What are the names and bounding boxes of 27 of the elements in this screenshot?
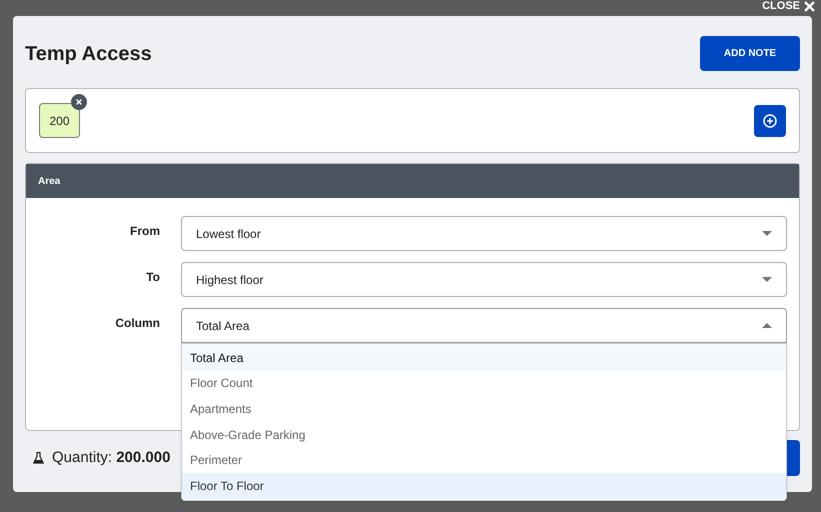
dropdown-option[interactable]: Above-Grade Parking (182, 422, 786, 448)
remove-tag-button[interactable] (71, 94, 87, 110)
dropdown-option[interactable]: Perimeter (182, 447, 786, 473)
dropdown-option[interactable]: Floor Count (182, 370, 786, 396)
dropdown-option[interactable]: Floor To Floor (182, 472, 786, 499)
panel-title: Area (38, 174, 60, 188)
caret-icon (762, 277, 772, 282)
close-icon (76, 99, 82, 105)
field-label: Column (115, 315, 160, 332)
flask-icon (33, 452, 44, 464)
dialog-title: Temp Access (25, 42, 152, 66)
caret-icon (762, 231, 772, 236)
select-field[interactable]: Lowest floor (181, 216, 787, 251)
field-label: From (130, 223, 160, 240)
dropdown-option[interactable]: Apartments (182, 396, 786, 422)
close-button[interactable]: CLOSE (762, 0, 815, 14)
add-note-button[interactable]: ADD NOTE (700, 36, 800, 71)
plus-circle-icon (763, 114, 777, 128)
dropdown-option[interactable]: Total Area (182, 345, 786, 371)
close-icon (804, 0, 815, 12)
caret-icon (762, 323, 772, 328)
field-label: To (146, 269, 160, 286)
add-button[interactable] (754, 104, 786, 136)
select-field[interactable]: Total Area (181, 308, 787, 343)
quantity-text: Quantity: 200.000 (52, 448, 170, 468)
tag: 200 (39, 103, 80, 138)
select-field[interactable]: Highest floor (181, 262, 787, 297)
